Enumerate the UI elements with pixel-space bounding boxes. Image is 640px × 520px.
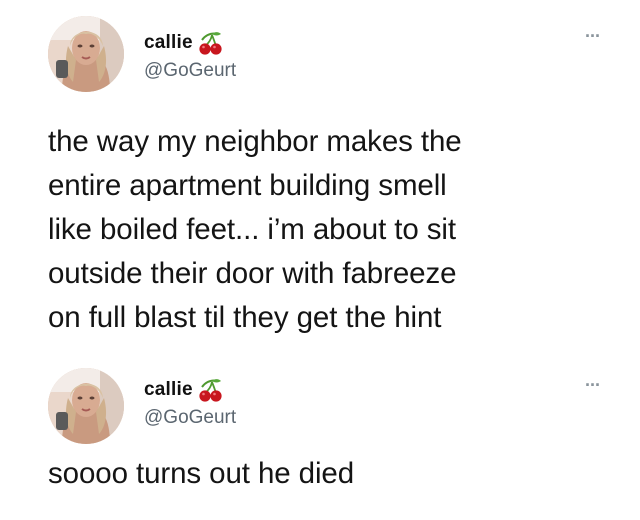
display-name[interactable]: callie — [144, 32, 193, 54]
author-row: callie — [144, 30, 223, 56]
tweet-text: the way my neighbor makes the entire apa… — [48, 125, 462, 334]
more-options-button[interactable]: ... — [585, 22, 600, 40]
cherry-icon — [199, 32, 222, 55]
cherry-icon — [199, 379, 222, 402]
avatar[interactable] — [48, 16, 124, 92]
avatar-photo — [48, 368, 124, 444]
tweet-text: soooo turns out he died — [48, 457, 355, 490]
username-handle[interactable]: @GoGeurt — [144, 407, 236, 429]
author-row: callie — [144, 377, 223, 403]
avatar[interactable] — [48, 368, 124, 444]
avatar-photo — [48, 16, 124, 92]
more-options-button[interactable]: ... — [585, 371, 600, 389]
display-name[interactable]: callie — [144, 379, 193, 401]
username-handle[interactable]: @GoGeurt — [144, 60, 236, 82]
